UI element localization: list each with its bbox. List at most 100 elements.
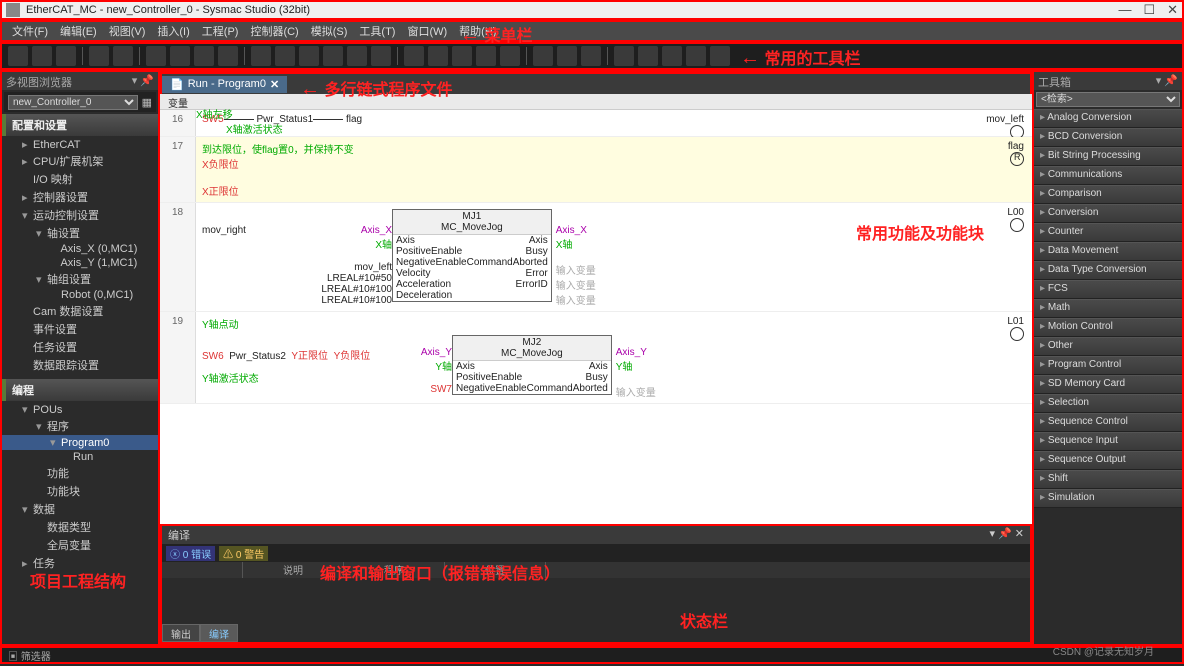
tree-node[interactable]: ▾ 运动控制设置 xyxy=(2,206,158,224)
tree-node[interactable]: ▾ Program0 xyxy=(2,435,158,450)
toolbox-category[interactable]: Sequence Control xyxy=(1034,413,1182,432)
maximize-button[interactable]: ☐ xyxy=(1143,2,1155,18)
tool-button[interactable] xyxy=(638,46,658,66)
toolbox-category[interactable]: Counter xyxy=(1034,223,1182,242)
tree-node[interactable]: ▸ EtherCAT xyxy=(2,137,158,152)
tool-button[interactable] xyxy=(686,46,706,66)
tree-node[interactable]: Robot (0,MC1) xyxy=(2,288,158,302)
tree-node[interactable]: ▾ POUs xyxy=(2,402,158,417)
tool-button[interactable] xyxy=(113,46,133,66)
tool-button[interactable] xyxy=(614,46,634,66)
tree-node[interactable]: ▸ 任务 xyxy=(2,554,158,572)
tab-run-program0[interactable]: 📄 Run - Program0 ✕ xyxy=(162,76,287,93)
toolbox-category[interactable]: Selection xyxy=(1034,394,1182,413)
tree-node[interactable]: 数据类型 xyxy=(2,518,158,536)
tool-button[interactable] xyxy=(581,46,601,66)
tab-compile[interactable]: 编译 xyxy=(200,624,238,642)
tool-button[interactable] xyxy=(347,46,367,66)
toolbox-category[interactable]: Communications xyxy=(1034,166,1182,185)
pane-pin-icon[interactable]: ▾ 📌 xyxy=(132,74,154,88)
output-body[interactable] xyxy=(162,578,1030,624)
menu-help[interactable]: 帮助(H) xyxy=(453,21,502,41)
tree-node[interactable]: Axis_X (0,MC1) xyxy=(2,242,158,256)
menu-project[interactable]: 工程(P) xyxy=(196,21,245,41)
tool-button[interactable] xyxy=(404,46,424,66)
filter-toggle[interactable]: ▣ 筛选器 xyxy=(8,648,51,663)
menu-file[interactable]: 文件(F) xyxy=(6,21,54,41)
tree-node[interactable]: ▾ 轴组设置 xyxy=(2,270,158,288)
tool-button[interactable] xyxy=(56,46,76,66)
toolbox-category[interactable]: Bit String Processing xyxy=(1034,147,1182,166)
tool-button[interactable] xyxy=(299,46,319,66)
toolbox-search[interactable]: <检索> xyxy=(1036,92,1180,107)
pane-pin-icon[interactable]: ▾ 📌 xyxy=(1156,74,1178,88)
toolbox-category[interactable]: Data Type Conversion xyxy=(1034,261,1182,280)
menu-insert[interactable]: 插入(I) xyxy=(151,21,195,41)
toolbox-category[interactable]: Math xyxy=(1034,299,1182,318)
tool-button[interactable] xyxy=(500,46,520,66)
section-programming[interactable]: 编程 xyxy=(2,379,158,401)
tree-node[interactable]: Axis_Y (1,MC1) xyxy=(2,256,158,270)
menu-window[interactable]: 窗口(W) xyxy=(401,21,453,41)
menu-edit[interactable]: 编辑(E) xyxy=(54,21,103,41)
toolbox-category[interactable]: Other xyxy=(1034,337,1182,356)
tool-button[interactable] xyxy=(371,46,391,66)
rung-body[interactable]: Y轴点动 SW6 Pwr_Status2 Y正限位 Y负限位 Y轴激活状态 Ax… xyxy=(196,312,1032,403)
tree-node[interactable]: ▾ 程序 xyxy=(2,417,158,435)
rung-body[interactable]: 到达限位，使flag置0，并保持不变 X负限位 X正限位 flagR xyxy=(196,137,1032,202)
function-block-mj1[interactable]: MJ1MC_MoveJog AxisAxis PositiveEnableBus… xyxy=(392,209,552,302)
tree-node[interactable]: 功能块 xyxy=(2,482,158,500)
tree-node[interactable]: I/O 映射 xyxy=(2,170,158,188)
toolbox-category[interactable]: Simulation xyxy=(1034,489,1182,508)
ladder-canvas[interactable]: 变量 16 X轴左移 SW5 Pwr_Status1 flag X轴激活状态 m… xyxy=(160,94,1032,524)
tool-button[interactable] xyxy=(194,46,214,66)
toolbox-category[interactable]: Sequence Input xyxy=(1034,432,1182,451)
toolbox-category[interactable]: SD Memory Card xyxy=(1034,375,1182,394)
tab-close-icon[interactable]: ✕ xyxy=(270,78,279,91)
tree-node[interactable]: ▾ 轴设置 xyxy=(2,224,158,242)
controller-selector[interactable]: new_Controller_0▦ xyxy=(4,92,156,112)
toolbox-category[interactable]: Sequence Output xyxy=(1034,451,1182,470)
rung-body[interactable]: X轴左移 SW5 Pwr_Status1 flag X轴激活状态 mov_lef… xyxy=(196,110,1032,136)
toolbox-category[interactable]: Shift xyxy=(1034,470,1182,489)
function-block-mj2[interactable]: MJ2MC_MoveJog AxisAxis PositiveEnableBus… xyxy=(452,335,612,395)
tool-button[interactable] xyxy=(89,46,109,66)
toolbox-category[interactable]: Program Control xyxy=(1034,356,1182,375)
tool-button[interactable] xyxy=(662,46,682,66)
tool-button[interactable] xyxy=(533,46,553,66)
tree-node[interactable]: Cam 数据设置 xyxy=(2,302,158,320)
tree-node[interactable]: Run xyxy=(2,450,158,464)
pane-controls[interactable]: ▾ 📌 ✕ xyxy=(989,527,1024,543)
tool-button[interactable] xyxy=(557,46,577,66)
menu-tool[interactable]: 工具(T) xyxy=(353,21,401,41)
toolbox-category[interactable]: FCS xyxy=(1034,280,1182,299)
menu-simulate[interactable]: 模拟(S) xyxy=(305,21,354,41)
tool-button[interactable] xyxy=(428,46,448,66)
tree-node[interactable]: 数据跟踪设置 xyxy=(2,356,158,374)
tree-node[interactable]: 任务设置 xyxy=(2,338,158,356)
minimize-button[interactable]: — xyxy=(1118,2,1131,18)
menu-controller[interactable]: 控制器(C) xyxy=(244,21,304,41)
tool-button[interactable] xyxy=(218,46,238,66)
toolbox-category[interactable]: Comparison xyxy=(1034,185,1182,204)
tree-node[interactable]: 事件设置 xyxy=(2,320,158,338)
tab-output[interactable]: 输出 xyxy=(162,624,200,642)
section-config[interactable]: 配置和设置 xyxy=(2,114,158,136)
tool-button[interactable] xyxy=(32,46,52,66)
tree-node[interactable]: ▸ 控制器设置 xyxy=(2,188,158,206)
tree-node[interactable]: 功能 xyxy=(2,464,158,482)
error-count[interactable]: ⓧ 0 错误 xyxy=(166,546,215,561)
tool-button[interactable] xyxy=(251,46,271,66)
close-button[interactable]: ✕ xyxy=(1167,2,1178,18)
menu-view[interactable]: 视图(V) xyxy=(103,21,152,41)
tool-button[interactable] xyxy=(323,46,343,66)
toolbox-category[interactable]: Analog Conversion xyxy=(1034,109,1182,128)
toolbox-category[interactable]: Motion Control xyxy=(1034,318,1182,337)
tool-button[interactable] xyxy=(710,46,730,66)
tool-button[interactable] xyxy=(452,46,472,66)
tree-node[interactable]: ▾ 数据 xyxy=(2,500,158,518)
rung-body[interactable]: mov_right Axis_X X轴 mov_left LREAL#10#50… xyxy=(196,203,1032,311)
toolbox-category[interactable]: Data Movement xyxy=(1034,242,1182,261)
tree-node[interactable]: ▸ CPU/扩展机架 xyxy=(2,152,158,170)
toolbox-category[interactable]: Conversion xyxy=(1034,204,1182,223)
